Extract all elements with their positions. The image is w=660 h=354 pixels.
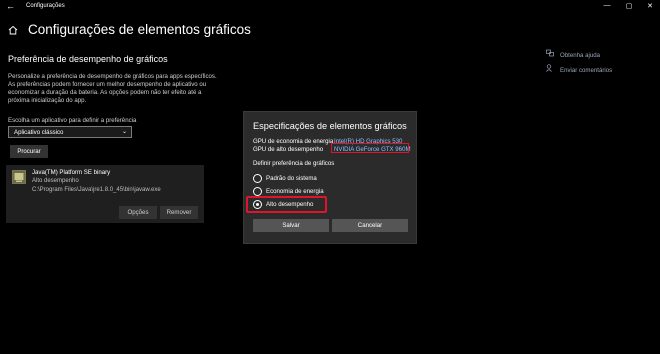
maximize-icon[interactable]: ▢ <box>624 2 634 10</box>
graphics-specs-dialog: Especificações de elementos gráficos GPU… <box>243 111 417 244</box>
remove-button[interactable]: Remover <box>160 206 198 219</box>
page-title: Configurações de elementos gráficos <box>28 22 251 37</box>
gpu-highlight-box <box>331 143 409 153</box>
get-help-label: Obtenha ajuda <box>560 52 600 59</box>
close-icon[interactable]: ✕ <box>645 2 655 10</box>
window-title: Configurações <box>26 3 65 9</box>
app-type-value: Aplicativo clássico <box>14 129 64 136</box>
cancel-button[interactable]: Cancelar <box>332 219 408 232</box>
power-saving-gpu-label: GPU de economia de energia <box>253 138 334 145</box>
options-button[interactable]: Opções <box>119 206 157 219</box>
send-feedback-label: Enviar comentários <box>560 67 613 74</box>
app-entry[interactable]: Java(TM) Platform SE binary Alto desempe… <box>6 165 204 223</box>
high-perf-gpu-label: GPU de alto desempenho <box>253 146 324 153</box>
section-title: Preferência de desempenho de gráficos <box>8 54 168 64</box>
radio-button-checked[interactable] <box>253 200 262 209</box>
home-icon <box>8 25 18 35</box>
radio-label: Alto desempenho <box>266 201 314 208</box>
help-icon <box>546 49 554 59</box>
radio-button[interactable] <box>253 174 262 183</box>
define-preference-label: Definir preferência de gráficos <box>253 160 335 167</box>
get-help-link[interactable]: Obtenha ajuda <box>546 49 600 59</box>
radio-label: Economia de energia <box>266 188 324 195</box>
title-bar: ← Configurações — ▢ ✕ <box>0 0 660 14</box>
radio-label: Padrão do sistema <box>266 175 317 182</box>
feedback-icon <box>546 64 554 74</box>
browse-button[interactable]: Procurar <box>10 145 48 158</box>
save-button[interactable]: Salvar <box>253 219 329 232</box>
back-icon[interactable]: ← <box>6 1 15 11</box>
chevron-down-icon: ⌄ <box>121 129 127 135</box>
dialog-title: Especificações de elementos gráficos <box>253 121 407 131</box>
section-description: Personalize a preferência de desempenho … <box>8 73 217 104</box>
radio-button[interactable] <box>253 187 262 196</box>
minimize-icon[interactable]: — <box>602 2 612 9</box>
java-app-icon <box>12 170 26 184</box>
choose-app-label: Escolha um aplicativo para definir a pre… <box>8 117 137 124</box>
send-feedback-link[interactable]: Enviar comentários <box>546 64 612 74</box>
app-preference: Alto desempenho <box>32 178 79 184</box>
app-path: C:\Program Files\Java\jre1.8.0_45\bin\ja… <box>32 187 161 193</box>
app-type-select[interactable]: Aplicativo clássico ⌄ <box>8 126 132 138</box>
app-name: Java(TM) Platform SE binary <box>32 169 111 176</box>
